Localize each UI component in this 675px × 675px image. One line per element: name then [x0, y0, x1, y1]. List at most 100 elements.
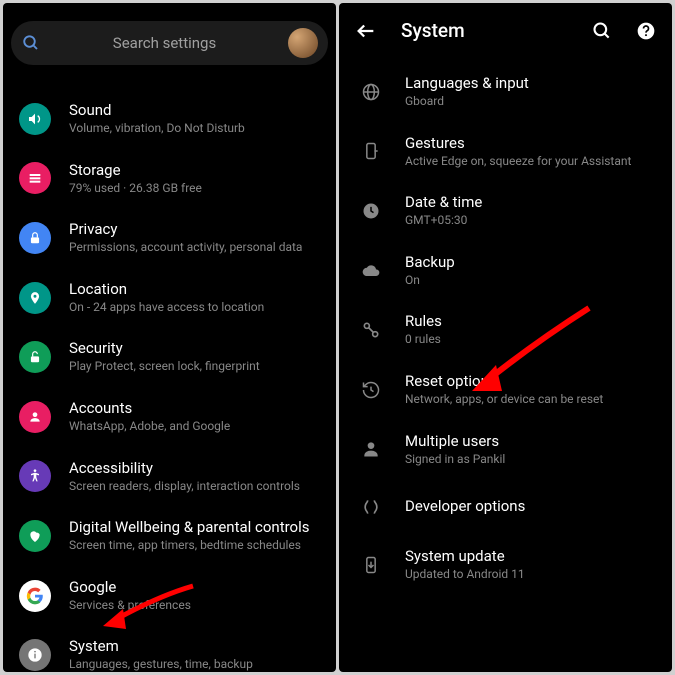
item-subtitle: 79% used · 26.38 GB free [69, 181, 320, 197]
item-title: Security [69, 339, 320, 357]
item-subtitle: On [405, 273, 656, 289]
item-text: Sound Volume, vibration, Do Not Disturb [69, 101, 320, 137]
help-icon[interactable] [636, 21, 656, 41]
item-subtitle: Screen readers, display, interaction con… [69, 479, 320, 495]
item-subtitle: Updated to Android 11 [405, 567, 656, 583]
item-text: Developer options [405, 497, 656, 517]
item-title: Languages & input [405, 74, 656, 92]
item-subtitle: Network, apps, or device can be reset [405, 392, 656, 408]
system-item-reset-options[interactable]: Reset options Network, apps, or device c… [339, 360, 672, 420]
item-title: Google [69, 578, 320, 596]
item-text: Multiple users Signed in as Pankil [405, 432, 656, 468]
item-subtitle: Permissions, account activity, personal … [69, 240, 320, 256]
item-title: Multiple users [405, 432, 656, 450]
item-text: Accessibility Screen readers, display, i… [69, 459, 320, 495]
wellbeing-icon [19, 520, 51, 552]
item-text: Location On - 24 apps have access to loc… [69, 280, 320, 316]
item-text: Digital Wellbeing & parental controls Sc… [69, 518, 320, 554]
app-bar-title: System [401, 19, 568, 42]
cloud-icon [355, 255, 387, 287]
item-title: Reset options [405, 372, 656, 390]
item-subtitle: 0 rules [405, 332, 656, 348]
item-subtitle: Active Edge on, squeeze for your Assista… [405, 154, 656, 170]
item-text: Languages & input Gboard [405, 74, 656, 110]
item-title: Gestures [405, 134, 656, 152]
item-title: Backup [405, 253, 656, 271]
globe-icon [355, 76, 387, 108]
system-item-developer-options[interactable]: Developer options [339, 479, 672, 535]
info-icon [19, 639, 51, 671]
settings-item-wellbeing[interactable]: Digital Wellbeing & parental controls Sc… [3, 506, 336, 566]
system-item-rules[interactable]: Rules 0 rules [339, 300, 672, 360]
app-bar: System [339, 3, 672, 62]
settings-item-privacy[interactable]: Privacy Permissions, account activity, p… [3, 208, 336, 268]
search-icon[interactable] [592, 21, 612, 41]
update-icon [355, 549, 387, 581]
item-subtitle: Screen time, app timers, bedtime schedul… [69, 538, 320, 554]
search-icon [21, 33, 41, 53]
person-icon [19, 401, 51, 433]
system-item-date-time[interactable]: Date & time GMT+05:30 [339, 181, 672, 241]
item-subtitle: Signed in as Pankil [405, 452, 656, 468]
item-subtitle: GMT+05:30 [405, 213, 656, 229]
lock-icon [19, 222, 51, 254]
search-placeholder: Search settings [41, 34, 288, 52]
settings-item-google[interactable]: Google Services & preferences [3, 566, 336, 626]
system-item-backup[interactable]: Backup On [339, 241, 672, 301]
item-text: System update Updated to Android 11 [405, 547, 656, 583]
google-icon [19, 580, 51, 612]
item-subtitle: On - 24 apps have access to location [69, 300, 320, 316]
item-text: Privacy Permissions, account activity, p… [69, 220, 320, 256]
item-text: Rules 0 rules [405, 312, 656, 348]
item-text: Date & time GMT+05:30 [405, 193, 656, 229]
item-subtitle: WhatsApp, Adobe, and Google [69, 419, 320, 435]
item-title: Date & time [405, 193, 656, 211]
user-icon [355, 433, 387, 465]
item-subtitle: Play Protect, screen lock, fingerprint [69, 359, 320, 375]
system-item-multiple-users[interactable]: Multiple users Signed in as Pankil [339, 420, 672, 480]
accessibility-icon [19, 460, 51, 492]
avatar[interactable] [288, 28, 318, 58]
settings-item-system[interactable]: System Languages, gestures, time, backup [3, 625, 336, 672]
system-item-languages[interactable]: Languages & input Gboard [339, 62, 672, 122]
rules-icon [355, 314, 387, 346]
settings-item-security[interactable]: Security Play Protect, screen lock, fing… [3, 327, 336, 387]
system-settings-screen: System Languages & input Gboard Gestures… [339, 3, 672, 672]
settings-item-sound[interactable]: Sound Volume, vibration, Do Not Disturb [3, 89, 336, 149]
item-subtitle: Services & preferences [69, 598, 320, 614]
settings-item-storage[interactable]: Storage 79% used · 26.38 GB free [3, 149, 336, 209]
item-text: Google Services & preferences [69, 578, 320, 614]
system-item-gestures[interactable]: Gestures Active Edge on, squeeze for you… [339, 122, 672, 182]
item-text: Backup On [405, 253, 656, 289]
item-title: Accounts [69, 399, 320, 417]
item-subtitle: Languages, gestures, time, backup [69, 657, 320, 672]
item-title: Sound [69, 101, 320, 119]
item-text: Gestures Active Edge on, squeeze for you… [405, 134, 656, 170]
item-text: System Languages, gestures, time, backup [69, 637, 320, 672]
item-text: Security Play Protect, screen lock, fing… [69, 339, 320, 375]
developer-icon [355, 491, 387, 523]
settings-item-location[interactable]: Location On - 24 apps have access to loc… [3, 268, 336, 328]
item-subtitle: Gboard [405, 94, 656, 110]
system-item-system-update[interactable]: System update Updated to Android 11 [339, 535, 672, 595]
item-title: Accessibility [69, 459, 320, 477]
item-title: System [69, 637, 320, 655]
volume-icon [19, 103, 51, 135]
settings-item-accounts[interactable]: Accounts WhatsApp, Adobe, and Google [3, 387, 336, 447]
item-text: Accounts WhatsApp, Adobe, and Google [69, 399, 320, 435]
item-title: Rules [405, 312, 656, 330]
item-title: Location [69, 280, 320, 298]
item-title: Privacy [69, 220, 320, 238]
gestures-icon [355, 135, 387, 167]
clock-icon [355, 195, 387, 227]
item-text: Reset options Network, apps, or device c… [405, 372, 656, 408]
search-bar[interactable]: Search settings [11, 21, 328, 65]
settings-item-accessibility[interactable]: Accessibility Screen readers, display, i… [3, 447, 336, 507]
item-title: Digital Wellbeing & parental controls [69, 518, 320, 536]
item-title: System update [405, 547, 656, 565]
location-icon [19, 282, 51, 314]
security-icon [19, 341, 51, 373]
back-icon[interactable] [355, 20, 377, 42]
item-text: Storage 79% used · 26.38 GB free [69, 161, 320, 197]
item-title: Storage [69, 161, 320, 179]
